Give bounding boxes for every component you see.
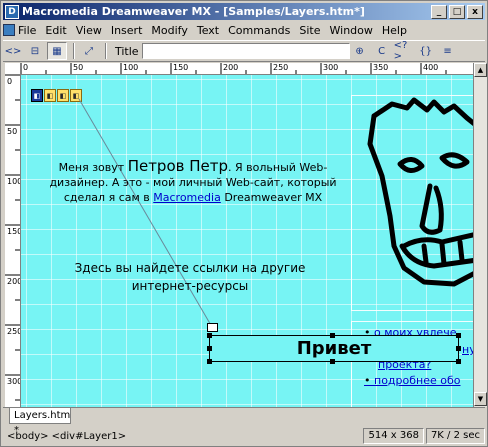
tag-selector[interactable]: <body> <div#Layer1> — [3, 431, 361, 442]
vertical-ruler: 0 50 100 150 200 250 300 — [5, 75, 21, 407]
menu-site[interactable]: Site — [299, 24, 320, 37]
ruler-top-label: 150 — [173, 63, 189, 72]
resize-handle[interactable] — [207, 346, 212, 351]
author-name: Петров Петр — [127, 157, 229, 175]
reference-icon[interactable]: <?> — [394, 40, 414, 62]
document-toolbar: <> ⊟ ▦ ⤢ Title ⊕ C <?> {} ≡ — [3, 40, 485, 62]
menu-file-label[interactable]: File — [18, 24, 36, 37]
layer-selection-handle[interactable] — [207, 323, 218, 332]
ruler-left-label: 300 — [7, 377, 21, 386]
window-title: Macromedia Dreamweaver MX - [Samples/Lay… — [22, 5, 365, 18]
maximize-button[interactable]: □ — [449, 4, 465, 19]
scroll-down-arrow-icon[interactable]: ▼ — [474, 392, 487, 406]
ruler-left-label: 100 — [7, 177, 21, 186]
menu-file[interactable]: File — [3, 24, 36, 37]
ruler-left-label: 0 — [7, 77, 13, 86]
resize-handle[interactable] — [456, 346, 461, 351]
application-window: D Macromedia Dreamweaver MX - [Samples/L… — [0, 0, 488, 447]
toolbar-separator — [73, 43, 75, 59]
vertical-scrollbar[interactable]: ▲ ▼ — [473, 63, 487, 407]
links-paragraph: Здесь вы найдете ссылки на другие интерн… — [74, 261, 306, 293]
download-time: 7K / 2 sec — [425, 428, 485, 444]
minimize-button[interactable]: _ — [431, 4, 447, 19]
menu-help[interactable]: Help — [382, 24, 407, 37]
ruler-top-label: 50 — [73, 63, 84, 72]
list-item-link[interactable]: ну — [462, 343, 473, 356]
scroll-up-arrow-icon[interactable]: ▲ — [474, 63, 487, 77]
dreamweaver-icon: D — [5, 4, 19, 19]
split-view-icon[interactable]: ⊟ — [25, 42, 45, 60]
code-view-icon[interactable]: <> — [3, 42, 23, 60]
layer1-greeting[interactable]: Привет — [209, 335, 459, 362]
ruler-left-label: 50 — [7, 127, 18, 136]
window-size[interactable]: 514 x 368 — [363, 428, 424, 444]
live-data-icon[interactable]: ⤢ — [79, 42, 99, 60]
view-options-icon[interactable]: ≡ — [438, 42, 458, 60]
ruler-origin[interactable] — [5, 63, 21, 75]
face-image-layer[interactable] — [351, 95, 473, 311]
ruler-left-label: 250 — [7, 327, 21, 336]
resize-handle[interactable] — [207, 333, 212, 338]
ruler-top-label: 200 — [223, 63, 239, 72]
intro-end: Dreamweaver MX — [220, 191, 323, 204]
ruler-left-label: 200 — [7, 277, 21, 286]
title-input[interactable] — [141, 43, 350, 59]
menu-insert[interactable]: Insert — [111, 24, 143, 37]
menu-view[interactable]: View — [76, 24, 102, 37]
resize-handle[interactable] — [330, 333, 335, 338]
ruler-top-label: 350 — [373, 63, 389, 72]
face-drawing-icon — [367, 97, 473, 287]
links-list-layer[interactable]: • о моих увлече ну проекта? • подробнее … — [351, 321, 473, 407]
menu-commands[interactable]: Commands — [228, 24, 290, 37]
resize-handle[interactable] — [207, 359, 212, 364]
browser-preview-icon[interactable]: ⊕ — [350, 42, 370, 60]
menu-modify[interactable]: Modify — [151, 24, 187, 37]
intro-paragraph: Меня зовут Петров Петр. Я вольный Web-ди… — [47, 159, 339, 205]
title-label: Title — [115, 44, 139, 58]
menu-text[interactable]: Text — [197, 24, 219, 37]
ruler-top-label: 250 — [273, 63, 289, 72]
close-button[interactable]: x — [467, 4, 483, 19]
title-bar: D Macromedia Dreamweaver MX - [Samples/L… — [3, 3, 485, 20]
resize-handle[interactable] — [456, 333, 461, 338]
status-bar: <body> <div#Layer1> 514 x 368 7K / 2 sec — [3, 427, 485, 445]
list-item-link[interactable]: • подробнее обо — [364, 374, 461, 387]
code-navigation-icon[interactable]: {} — [416, 42, 436, 60]
ruler-top-label: 400 — [423, 63, 439, 72]
horizontal-ruler: 0 50 100 150 200 250 300 350 400 — [21, 63, 473, 75]
ruler-left-label: 150 — [7, 227, 21, 236]
toolbar-separator — [105, 43, 107, 59]
resize-handle[interactable] — [330, 359, 335, 364]
document-tab[interactable]: Layers.htm * — [9, 408, 71, 436]
document-icon[interactable] — [3, 24, 15, 36]
design-view-icon[interactable]: ▦ — [47, 42, 67, 60]
resize-handle[interactable] — [456, 359, 461, 364]
menu-window[interactable]: Window — [330, 24, 373, 37]
macromedia-link[interactable]: Macromedia — [153, 191, 221, 204]
ruler-top-label: 0 — [23, 63, 29, 72]
intro-prefix: Меня зовут — [58, 161, 128, 174]
menu-bar: File Edit View Insert Modify Text Comman… — [3, 21, 485, 39]
ruler-top-label: 300 — [323, 63, 339, 72]
design-canvas[interactable]: ◧ ◧ ◧ ◧ Меня зовут Петров Петр. Я вольны… — [21, 75, 473, 407]
ruler-top-label: 100 — [123, 63, 139, 72]
menu-edit[interactable]: Edit — [45, 24, 66, 37]
document-tab-strip: Layers.htm * — [3, 407, 485, 436]
refresh-icon[interactable]: C — [372, 42, 392, 60]
